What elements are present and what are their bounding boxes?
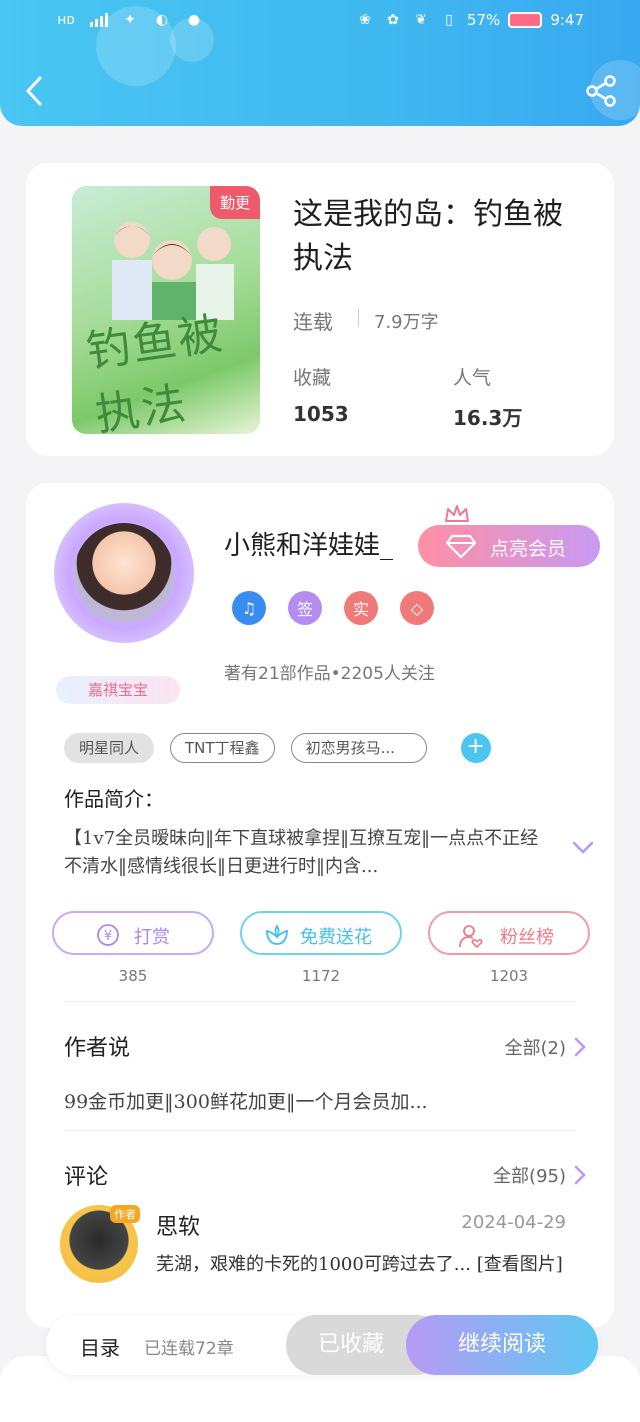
- intro-text[interactable]: 【1v7全员暧昧向‖年下直球被拿捏‖互撩互宠‖一点点不正经不清水‖感情线很长‖日…: [64, 825, 554, 881]
- vibrate-icon: ▯: [445, 12, 453, 28]
- top-header: ʜᴅ ✦ ◐ ● ❀ ✿ ❦ ▯ 57% 9:47: [0, 0, 640, 126]
- book-status: 连载: [293, 310, 333, 334]
- send-flower-button[interactable]: 免费送花: [240, 911, 402, 955]
- author-name[interactable]: 小熊和洋娃娃_: [224, 525, 393, 562]
- book-cover[interactable]: 勤更 钓鱼被执法: [72, 186, 260, 434]
- continue-reading-button[interactable]: 继续阅读: [406, 1315, 598, 1375]
- author-say-more-link[interactable]: 全部(2): [505, 1034, 587, 1060]
- author-card: 嘉祺宝宝 小熊和洋娃娃_ 点亮会员 ♫ 签 实 ◇ 著有21部作品•2205人关…: [26, 483, 614, 1328]
- update-badge: 勤更: [209, 186, 260, 219]
- signed-badge[interactable]: 签: [288, 591, 322, 625]
- diamond-icon: [446, 534, 476, 559]
- book-title: 这是我的岛：钓鱼被执法: [293, 197, 563, 276]
- author-tag: 作者: [110, 1205, 140, 1223]
- signal-icon: [88, 10, 108, 30]
- notification-icon: ❀: [359, 12, 371, 28]
- back-button[interactable]: [20, 74, 50, 108]
- author-badges: ♫ 签 实 ◇: [232, 591, 434, 625]
- chevron-right-icon: [574, 1037, 586, 1057]
- tag-item[interactable]: 初恋男孩马...: [290, 733, 427, 763]
- chapter-count: 已连载72章: [144, 1339, 234, 1359]
- commenter-name[interactable]: 思软: [156, 1209, 200, 1241]
- divider: [358, 309, 359, 327]
- crown-icon: [445, 505, 469, 522]
- share-icon: [586, 75, 616, 107]
- wechat-icon: ●: [187, 12, 201, 28]
- author-avatar-frame[interactable]: [54, 503, 194, 643]
- comments-title: 评论: [64, 1165, 109, 1190]
- vip-button-label: 点亮会员: [490, 538, 567, 560]
- author-say-text[interactable]: 99金币加更‖300鲜花加更‖一个月会员加...: [64, 1087, 428, 1114]
- flower-count: 1172: [301, 967, 341, 985]
- battery-percent: 57%: [466, 11, 501, 29]
- intro-label: 作品简介：: [64, 787, 164, 811]
- activate-vip-button[interactable]: 点亮会员: [418, 525, 600, 567]
- flower-icon: [266, 924, 288, 945]
- app-icon: ◐: [155, 12, 169, 28]
- butterfly-icon: ✿: [387, 12, 399, 28]
- toc-button[interactable]: 目录: [80, 1332, 120, 1361]
- divider: [64, 1130, 576, 1131]
- avatar: [74, 523, 174, 623]
- bottom-action-bar: 目录 已连载72章 已收藏 继续阅读: [46, 1315, 598, 1375]
- yen-icon: ¥: [97, 924, 119, 946]
- battery-icon: [508, 12, 543, 28]
- tip-count: 385: [118, 967, 148, 985]
- fan-badge[interactable]: 嘉祺宝宝: [56, 676, 180, 704]
- diamond-badge-icon[interactable]: ◇: [400, 591, 434, 625]
- share-button[interactable]: [584, 74, 618, 108]
- comments-more-link[interactable]: 全部(95): [493, 1162, 586, 1188]
- verified-badge[interactable]: 实: [344, 591, 378, 625]
- chevron-down-icon[interactable]: [572, 841, 594, 855]
- user-heart-icon: [459, 925, 483, 949]
- tag-item[interactable]: 明星同人: [64, 733, 155, 763]
- tip-button[interactable]: ¥ 打赏: [52, 911, 214, 955]
- comment-date: 2024-04-29: [461, 1212, 566, 1233]
- popularity-value: 16.3万: [453, 406, 523, 430]
- hd-icon: ʜᴅ: [57, 12, 75, 28]
- clock: 9:47: [550, 11, 584, 29]
- author-say-title: 作者说: [64, 1036, 131, 1061]
- chevron-left-icon: [26, 76, 42, 106]
- favorites-label: 收藏: [293, 367, 332, 389]
- author-meta: 著有21部作品•2205人关注: [224, 664, 435, 684]
- popularity-label: 人气: [453, 367, 492, 389]
- comment-text[interactable]: 芜湖，艰难的卡死的1000可跨过去了... [查看图片]: [156, 1251, 566, 1279]
- status-bar: ʜᴅ ✦ ◐ ● ❀ ✿ ❦ ▯ 57% 9:47: [0, 8, 640, 36]
- word-count: 7.9万字: [374, 312, 439, 333]
- chevron-right-icon: [574, 1165, 586, 1185]
- add-tag-button[interactable]: +: [460, 733, 491, 763]
- tag-list: 明星同人 TNT丁程鑫 初恋男孩马... +: [64, 733, 491, 763]
- fan-ranking-count: 1203: [489, 967, 529, 985]
- fan-icon: ❦: [415, 12, 427, 28]
- tag-item[interactable]: TNT丁程鑫: [170, 733, 275, 763]
- music-badge-icon[interactable]: ♫: [232, 591, 266, 625]
- wifi-icon: ✦: [124, 12, 136, 28]
- divider: [64, 1001, 576, 1002]
- svg-text:¥: ¥: [104, 929, 112, 944]
- book-info-card: 勤更 钓鱼被执法 这是我的岛：钓鱼被执法 连载 7.9万字 收藏 1053 人气…: [26, 163, 614, 456]
- favorites-value: 1053: [293, 402, 349, 426]
- cover-art-title: 钓鱼被执法: [83, 308, 228, 434]
- fan-ranking-button[interactable]: 粉丝榜: [428, 911, 590, 955]
